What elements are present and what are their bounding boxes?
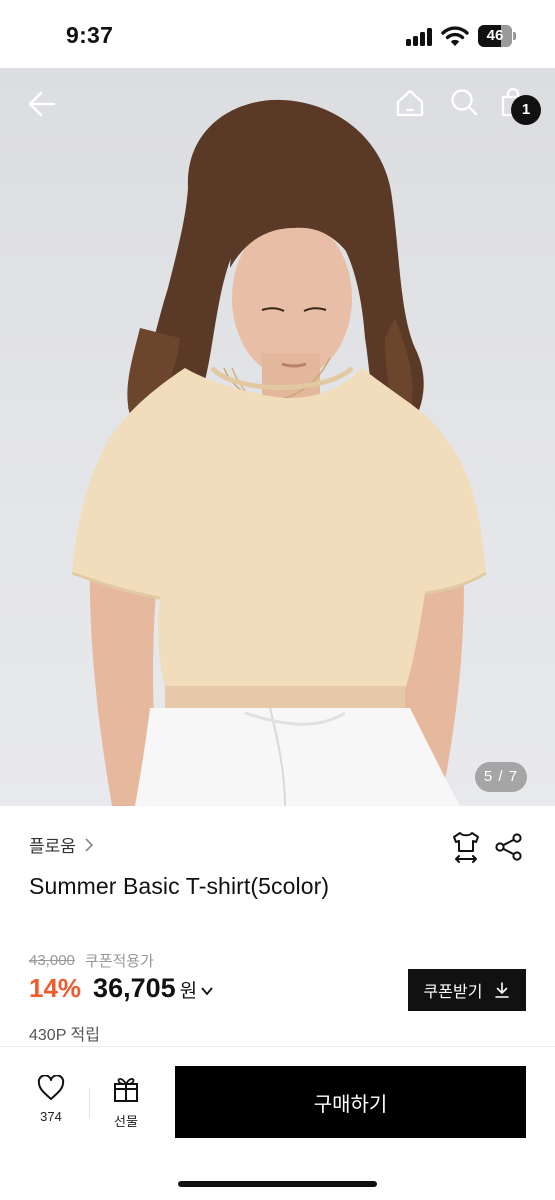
gift-button[interactable]: 선물 [101, 1075, 151, 1135]
home-button[interactable] [393, 86, 427, 120]
coupon-button-label: 쿠폰받기 [423, 984, 483, 1001]
download-icon [495, 982, 510, 998]
back-button[interactable] [24, 86, 60, 122]
like-button[interactable]: 374 [26, 1075, 76, 1135]
final-price: 36,705 [93, 973, 176, 1003]
chevron-down-icon[interactable] [200, 984, 214, 998]
brand-name: 플로움 [29, 837, 76, 856]
battery-icon: 46 [478, 25, 516, 47]
home-indicator [178, 1181, 377, 1187]
search-icon [451, 89, 478, 116]
status-time: 9:37 [66, 22, 114, 48]
brand-link[interactable]: 플로움 [29, 832, 96, 857]
get-coupon-button[interactable]: 쿠폰받기 [408, 969, 526, 1011]
wifi-icon [441, 26, 469, 46]
size-guide-icon [453, 832, 479, 863]
buy-button[interactable]: 구매하기 [175, 1066, 526, 1138]
product-image-gallery[interactable]: 5 / 7 [0, 68, 555, 806]
share-button[interactable] [494, 832, 524, 862]
battery-level: 46 [486, 27, 504, 44]
cart-count-badge: 1 [511, 95, 541, 125]
product-photo [71, 99, 487, 806]
signal-icon [406, 28, 434, 46]
discount-rate: 14% [29, 973, 82, 1003]
gift-label: 선물 [114, 1114, 138, 1129]
search-button[interactable] [448, 86, 480, 118]
chevron-right-icon [85, 837, 94, 852]
bar-separator [89, 1088, 90, 1118]
divider [0, 1046, 555, 1047]
image-page-indicator: 5 / 7 [475, 762, 527, 792]
back-arrow-icon [28, 91, 56, 117]
price-meta: 43,000 쿠폰적용가 [29, 950, 154, 971]
share-icon [495, 833, 522, 861]
currency-unit: 원 [179, 981, 198, 1002]
like-count: 374 [40, 1109, 62, 1124]
size-guide-button[interactable] [451, 831, 481, 863]
price-row[interactable]: 14% 36,705 원 [29, 973, 214, 1004]
home-icon [396, 89, 424, 117]
original-price: 43,000 [29, 952, 75, 969]
heart-icon [37, 1075, 65, 1100]
coupon-price-label: 쿠폰적용가 [84, 953, 154, 970]
status-bar: 9:37 46 [0, 0, 555, 68]
gift-icon [114, 1077, 138, 1102]
product-title: Summer Basic T-shirt(5color) [29, 873, 330, 899]
reward-points: 430P 적립 [29, 1027, 100, 1044]
